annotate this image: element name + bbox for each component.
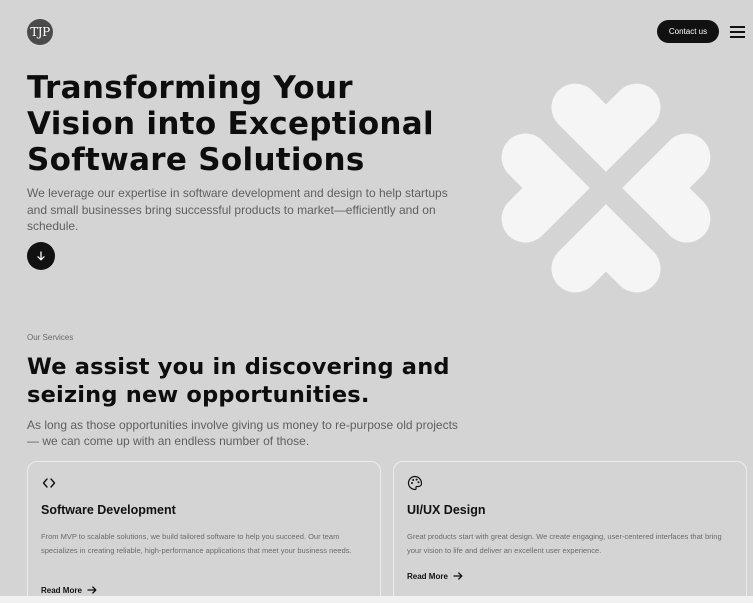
logo[interactable]: TJP	[27, 19, 53, 45]
read-more-link[interactable]: Read More	[41, 585, 97, 595]
read-more-link[interactable]: Read More	[407, 571, 463, 581]
arrow-right-icon	[87, 586, 97, 594]
arrow-down-icon	[37, 251, 45, 261]
services-description: As long as those opportunities involve g…	[27, 418, 458, 448]
four-heart-clover-icon	[501, 83, 711, 293]
service-card-software-development: Software Development From MVP to scalabl…	[27, 461, 381, 603]
arrow-right-icon	[453, 572, 463, 580]
code-brackets-icon	[42, 478, 56, 488]
scroll-down-button[interactable]	[27, 242, 55, 270]
services-label: Our Services	[27, 333, 74, 342]
card-description: Great products start with great design. …	[407, 532, 722, 555]
card-title: Software Development	[41, 503, 176, 517]
hero-description: We leverage our expertise in software de…	[27, 186, 448, 233]
contact-us-button[interactable]: Contact us	[657, 20, 719, 43]
read-more-label: Read More	[41, 585, 82, 595]
palette-icon	[407, 475, 423, 491]
bottom-bar	[0, 596, 753, 603]
services-title: We assist you in discovering and seizing…	[27, 354, 450, 408]
read-more-label: Read More	[407, 571, 448, 581]
card-title: UI/UX Design	[407, 503, 486, 517]
hamburger-menu-icon[interactable]	[730, 26, 745, 38]
hero-title: Transforming Your Vision into Exceptiona…	[27, 70, 434, 178]
card-description: From MVP to scalable solutions, we build…	[41, 532, 352, 555]
service-card-ui-ux-design: UI/UX Design Great products start with g…	[393, 461, 747, 603]
